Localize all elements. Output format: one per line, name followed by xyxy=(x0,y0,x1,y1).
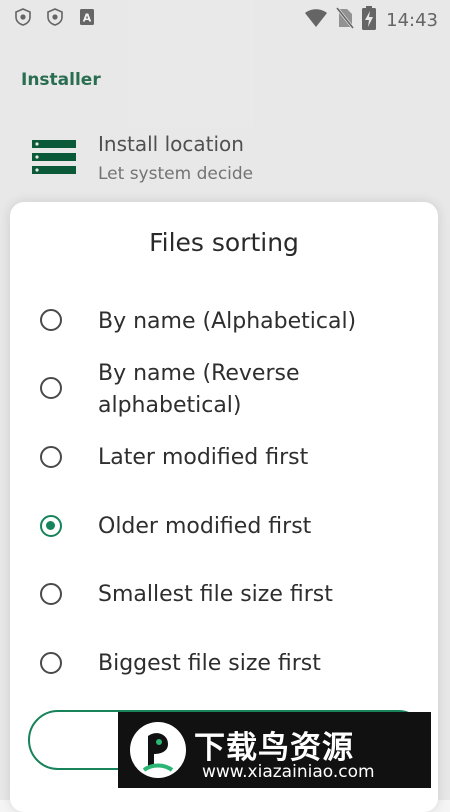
shield-icon xyxy=(14,8,32,26)
notification-icons: A xyxy=(14,8,96,26)
section-header-installer: Installer xyxy=(21,70,101,90)
option-by-name-alphabetical[interactable]: By name (Alphabetical) xyxy=(10,302,438,342)
radio-button[interactable] xyxy=(40,652,62,674)
storage-list-icon xyxy=(32,138,76,178)
option-label: By name (Alphabetical) xyxy=(98,309,357,334)
option-label: Biggest file size first xyxy=(98,651,321,676)
wifi-icon xyxy=(304,8,328,32)
system-icons: 14:43 xyxy=(304,6,438,34)
option-label: By name (Reverse alphabetical) xyxy=(98,361,300,418)
a-letter-badge: A xyxy=(83,12,92,25)
status-clock: 14:43 xyxy=(386,9,438,31)
radio-button[interactable] xyxy=(40,309,62,331)
watermark-title: 下载鸟资源 xyxy=(194,730,354,766)
option-smallest-size-first[interactable]: Smallest file size first xyxy=(10,575,438,615)
install-location-value: Let system decide xyxy=(98,164,254,184)
option-biggest-size-first[interactable]: Biggest file size first xyxy=(10,644,438,684)
dialog-title: Files sorting xyxy=(149,228,299,257)
option-later-modified-first[interactable]: Later modified first xyxy=(10,438,438,478)
watermark-banner: 下载鸟资源 www.xiazainiao.com xyxy=(118,712,431,788)
status-bar: A 14:43 xyxy=(0,0,450,36)
shield-icon xyxy=(46,8,64,26)
setting-install-location[interactable]: Install location Let system decide xyxy=(0,124,450,194)
radio-button[interactable] xyxy=(40,377,62,399)
option-label: Older modified first xyxy=(98,514,312,539)
radio-button[interactable] xyxy=(40,446,62,468)
battery-charging-icon xyxy=(362,6,377,34)
radio-button[interactable] xyxy=(40,583,62,605)
bird-logo-icon xyxy=(128,720,188,780)
option-older-modified-first[interactable]: Older modified first xyxy=(10,507,438,547)
no-sim-icon xyxy=(335,7,355,33)
radio-button-selected[interactable] xyxy=(40,515,62,537)
option-by-name-reverse[interactable]: By name (Reverse alphabetical) xyxy=(10,356,438,420)
option-label: Later modified first xyxy=(98,445,309,470)
option-label: Smallest file size first xyxy=(98,582,333,607)
install-location-title: Install location xyxy=(98,132,244,156)
a-letter-icon: A xyxy=(78,8,96,26)
watermark-url: www.xiazainiao.com xyxy=(202,762,375,782)
